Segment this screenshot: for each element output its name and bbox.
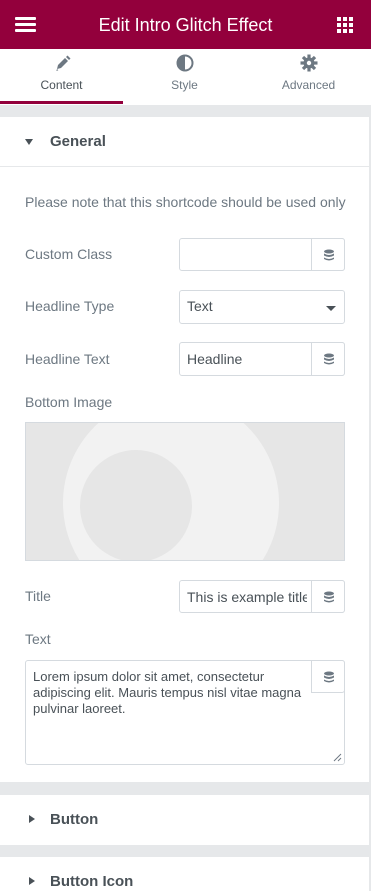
section-button-title: Button <box>50 811 99 828</box>
dynamic-tags-button[interactable] <box>311 238 345 271</box>
tab-style[interactable]: Style <box>123 49 246 105</box>
apps-grid-icon[interactable] <box>337 17 354 34</box>
section-general-title: General <box>50 133 106 150</box>
headline-type-select[interactable]: Text <box>179 290 345 324</box>
half-circle-icon <box>176 54 193 72</box>
database-icon <box>324 353 334 365</box>
dynamic-tags-button[interactable] <box>311 660 345 693</box>
caret-right-icon <box>29 815 35 823</box>
tab-advanced-label: Advanced <box>281 78 336 92</box>
headline-type-label: Headline Type <box>25 298 115 314</box>
title-value: This is example title <box>187 589 307 605</box>
headline-type-value: Text <box>187 298 213 314</box>
tab-content[interactable]: Content <box>0 49 123 105</box>
section-button-header[interactable]: Button <box>0 795 369 845</box>
section-general: General Please note that this shortcode … <box>0 117 369 782</box>
headline-text-label: Headline Text <box>25 351 110 367</box>
caret-down-icon <box>25 139 33 145</box>
database-icon <box>324 249 334 260</box>
dynamic-tags-button[interactable] <box>311 580 345 613</box>
section-button-icon[interactable]: Button Icon <box>0 857 369 891</box>
database-icon <box>324 591 334 602</box>
custom-class-input[interactable] <box>179 238 345 271</box>
tab-content-label: Content <box>40 78 83 92</box>
text-label: Text <box>25 631 51 647</box>
panel-header: Edit Intro Glitch Effect <box>0 0 371 49</box>
bottom-image-label: Bottom Image <box>25 394 113 410</box>
title-input[interactable]: This is example title <box>179 580 345 613</box>
database-icon <box>324 671 334 682</box>
tab-advanced[interactable]: Advanced <box>246 49 371 105</box>
section-button-icon-title: Button Icon <box>50 873 134 890</box>
headline-text-value: Headline <box>187 351 243 367</box>
text-value: Lorem ipsum dolor sit amet, consectetur … <box>33 669 302 716</box>
shortcode-note: Please note that this shortcode should b… <box>25 194 346 210</box>
headline-text-input[interactable]: Headline <box>179 342 345 376</box>
section-button[interactable]: Button <box>0 795 369 845</box>
tab-bar: Content Style Advanced <box>0 49 371 105</box>
section-general-header[interactable]: General <box>0 117 369 167</box>
title-label: Title <box>25 588 51 604</box>
resize-handle-icon[interactable] <box>333 753 342 762</box>
pencil-icon <box>55 55 70 71</box>
caret-right-icon <box>29 877 35 885</box>
custom-class-label: Custom Class <box>25 246 113 262</box>
bottom-image-picker[interactable] <box>25 422 345 561</box>
section-button-icon-header[interactable]: Button Icon <box>0 857 369 891</box>
image-placeholder-icon <box>63 423 279 560</box>
tab-style-label: Style <box>171 78 198 92</box>
panel-title: Edit Intro Glitch Effect <box>98 15 273 35</box>
gear-icon <box>300 54 317 72</box>
text-textarea[interactable]: Lorem ipsum dolor sit amet, consectetur … <box>25 660 345 765</box>
dynamic-tags-button[interactable] <box>311 342 345 376</box>
chevron-down-icon <box>326 306 336 311</box>
